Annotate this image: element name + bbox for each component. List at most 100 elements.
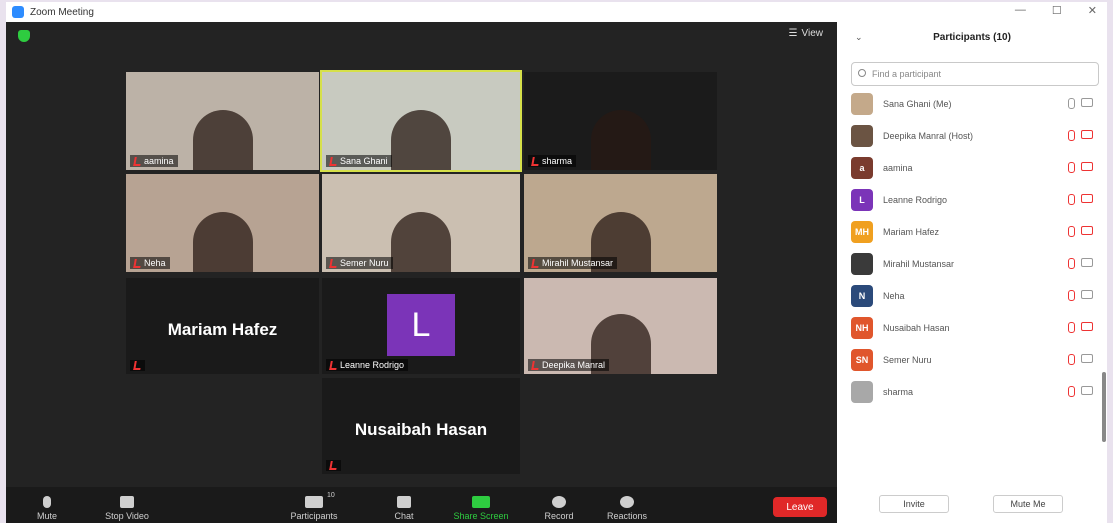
video-tile[interactable]: Mariam Hafez (126, 278, 319, 374)
participant-avatar (851, 125, 873, 147)
participant-row[interactable]: NH Nusaibah Hasan (851, 316, 1099, 340)
mute-me-button[interactable]: Mute Me (993, 495, 1063, 513)
participants-panel-title: Participants (10) (933, 32, 1011, 43)
participant-search-input[interactable]: Find a participant (851, 62, 1099, 86)
muted-mic-icon[interactable] (1068, 130, 1075, 141)
video-icon[interactable] (1081, 354, 1093, 363)
participant-row[interactable]: Sana Ghani (Me) (851, 92, 1099, 116)
participants-panel: ⌄ Participants (10) Find a participant S… (837, 22, 1107, 523)
muted-mic-icon[interactable] (1068, 226, 1075, 237)
video-tile[interactable]: Mirahil Mustansar (524, 174, 717, 272)
muted-mic-icon[interactable] (1068, 386, 1075, 397)
participant-status-icons (1068, 162, 1093, 173)
video-tile[interactable]: Neha (126, 174, 319, 272)
video-off-icon[interactable] (1081, 194, 1093, 203)
video-tile[interactable]: sharma (524, 72, 717, 170)
video-tile[interactable]: L Leanne Rodrigo (322, 278, 520, 374)
reactions-button[interactable]: Reactions (592, 496, 662, 521)
participants-label: Participants (290, 511, 338, 521)
participant-row[interactable]: sharma (851, 380, 1099, 404)
participant-name: Sana Ghani (Me) (883, 99, 952, 109)
invite-button[interactable]: Invite (879, 495, 949, 513)
muted-mic-icon (133, 258, 142, 268)
tile-name-text: aamina (144, 156, 174, 166)
muted-mic-icon[interactable] (1068, 322, 1075, 333)
participant-avatar (851, 253, 873, 275)
person-silhouette-icon (590, 110, 651, 170)
video-tile[interactable]: Deepika Manral (524, 278, 717, 374)
video-tile[interactable]: aamina (126, 72, 319, 170)
participant-status-icons (1068, 98, 1093, 109)
smiley-icon (620, 496, 634, 508)
maximize-button[interactable]: ☐ (1052, 4, 1062, 17)
participant-avatar: NH (851, 317, 873, 339)
reactions-label: Reactions (606, 511, 648, 521)
tile-display-name: Mariam Hafez (167, 320, 278, 340)
video-off-icon[interactable] (1081, 130, 1093, 139)
video-off-icon[interactable] (1081, 162, 1093, 171)
muted-mic-icon[interactable] (1068, 290, 1075, 301)
video-tile[interactable]: Nusaibah Hasan (322, 378, 520, 474)
tile-avatar: L (387, 294, 455, 356)
minimize-button[interactable]: — (1015, 4, 1026, 17)
participants-button[interactable]: 10 Participants (279, 492, 349, 521)
muted-mic-icon[interactable] (1068, 258, 1075, 269)
video-icon[interactable] (1081, 98, 1093, 107)
mic-icon[interactable] (1068, 98, 1075, 109)
muted-mic-icon[interactable] (1068, 354, 1075, 365)
participant-status-icons (1068, 354, 1093, 365)
video-icon[interactable] (1081, 386, 1093, 395)
participants-count: 10 (327, 492, 335, 499)
video-camera-icon (120, 496, 134, 508)
title-bar: Zoom Meeting — ☐ ✕ (6, 2, 1107, 22)
participant-row[interactable]: N Neha (851, 284, 1099, 308)
participant-name: Mariam Hafez (883, 227, 940, 237)
tile-name-text: Semer Nuru (340, 258, 389, 268)
share-screen-label: Share Screen (453, 511, 509, 521)
participant-name: Mirahil Mustansar (883, 259, 955, 269)
panel-scrollbar[interactable] (1102, 372, 1106, 442)
mute-button[interactable]: Mute (12, 496, 82, 521)
participant-status-icons (1068, 226, 1093, 237)
leave-button[interactable]: Leave (773, 497, 827, 517)
participant-name: aamina (883, 163, 913, 173)
view-button[interactable]: ☰ View (789, 28, 823, 39)
chat-button[interactable]: Chat (369, 496, 439, 521)
muted-mic-icon (531, 360, 540, 370)
search-placeholder: Find a participant (872, 69, 942, 79)
participant-row[interactable]: Mirahil Mustansar (851, 252, 1099, 276)
participant-row[interactable]: L Leanne Rodrigo (851, 188, 1099, 212)
muted-mic-icon (329, 461, 338, 470)
participant-avatar: SN (851, 349, 873, 371)
participant-row[interactable]: SN Semer Nuru (851, 348, 1099, 372)
stop-video-button[interactable]: Stop Video (92, 496, 162, 521)
video-tile[interactable]: Semer Nuru (322, 174, 520, 272)
view-label: View (801, 28, 824, 39)
video-icon[interactable] (1081, 290, 1093, 299)
participant-avatar: a (851, 157, 873, 179)
participant-avatar (851, 381, 873, 403)
record-button[interactable]: Record (524, 496, 594, 521)
participant-status-icons (1068, 290, 1093, 301)
close-button[interactable]: ✕ (1088, 4, 1097, 17)
muted-mic-icon[interactable] (1068, 162, 1075, 173)
participant-avatar (851, 93, 873, 115)
video-off-icon[interactable] (1081, 322, 1093, 331)
muted-mic-icon (531, 156, 540, 166)
muted-mic-icon[interactable] (1068, 194, 1075, 205)
tile-name-text: Mirahil Mustansar (542, 258, 614, 268)
video-tile[interactable]: Sana Ghani (320, 70, 522, 172)
participants-icon (305, 496, 323, 508)
participant-row[interactable]: a aamina (851, 156, 1099, 180)
security-shield-icon[interactable] (18, 30, 30, 42)
video-icon[interactable] (1081, 258, 1093, 267)
participant-row[interactable]: MH Mariam Hafez (851, 220, 1099, 244)
microphone-icon (43, 496, 51, 508)
participant-name: Deepika Manral (Host) (883, 131, 974, 141)
participant-row[interactable]: Deepika Manral (Host) (851, 124, 1099, 148)
meeting-area: ☰ View aamina Sana Ghani sharma Neha Semer N… (6, 22, 837, 523)
video-off-icon[interactable] (1081, 226, 1093, 235)
share-screen-button[interactable]: Share Screen (446, 496, 516, 521)
participant-avatar: N (851, 285, 873, 307)
tile-name-text: Neha (144, 258, 166, 268)
